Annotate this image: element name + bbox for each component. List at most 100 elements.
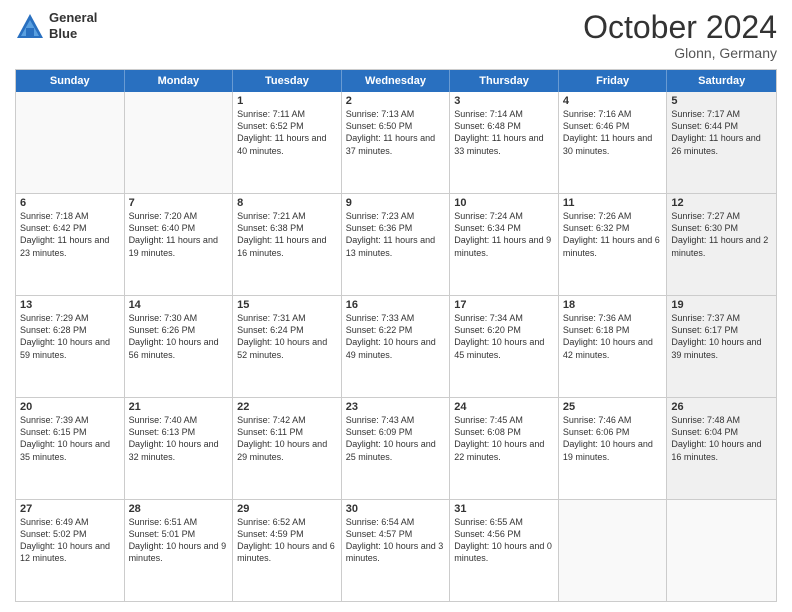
cell-info: Sunrise: 7:31 AM Sunset: 6:24 PM Dayligh…	[237, 312, 337, 361]
day-number: 29	[237, 503, 337, 515]
calendar-cell	[559, 500, 668, 601]
cell-info: Sunrise: 7:14 AM Sunset: 6:48 PM Dayligh…	[454, 108, 554, 157]
day-number: 14	[129, 299, 229, 311]
calendar-row-3: 13Sunrise: 7:29 AM Sunset: 6:28 PM Dayli…	[16, 295, 776, 397]
calendar-cell: 26Sunrise: 7:48 AM Sunset: 6:04 PM Dayli…	[667, 398, 776, 499]
day-number: 10	[454, 197, 554, 209]
cell-info: Sunrise: 7:13 AM Sunset: 6:50 PM Dayligh…	[346, 108, 446, 157]
calendar: SundayMondayTuesdayWednesdayThursdayFrid…	[15, 69, 777, 602]
cell-info: Sunrise: 7:34 AM Sunset: 6:20 PM Dayligh…	[454, 312, 554, 361]
calendar-cell: 18Sunrise: 7:36 AM Sunset: 6:18 PM Dayli…	[559, 296, 668, 397]
day-number: 24	[454, 401, 554, 413]
calendar-cell: 22Sunrise: 7:42 AM Sunset: 6:11 PM Dayli…	[233, 398, 342, 499]
weekday-header-tuesday: Tuesday	[233, 70, 342, 92]
cell-info: Sunrise: 7:21 AM Sunset: 6:38 PM Dayligh…	[237, 210, 337, 259]
day-number: 13	[20, 299, 120, 311]
header: General Blue October 2024 Glonn, Germany	[15, 10, 777, 61]
day-number: 23	[346, 401, 446, 413]
day-number: 9	[346, 197, 446, 209]
calendar-cell: 19Sunrise: 7:37 AM Sunset: 6:17 PM Dayli…	[667, 296, 776, 397]
calendar-cell	[16, 92, 125, 193]
calendar-cell: 2Sunrise: 7:13 AM Sunset: 6:50 PM Daylig…	[342, 92, 451, 193]
cell-info: Sunrise: 7:18 AM Sunset: 6:42 PM Dayligh…	[20, 210, 120, 259]
cell-info: Sunrise: 7:36 AM Sunset: 6:18 PM Dayligh…	[563, 312, 663, 361]
calendar-cell: 1Sunrise: 7:11 AM Sunset: 6:52 PM Daylig…	[233, 92, 342, 193]
calendar-cell	[667, 500, 776, 601]
calendar-cell: 5Sunrise: 7:17 AM Sunset: 6:44 PM Daylig…	[667, 92, 776, 193]
calendar-cell: 11Sunrise: 7:26 AM Sunset: 6:32 PM Dayli…	[559, 194, 668, 295]
day-number: 7	[129, 197, 229, 209]
page: General Blue October 2024 Glonn, Germany…	[0, 0, 792, 612]
day-number: 6	[20, 197, 120, 209]
calendar-cell: 7Sunrise: 7:20 AM Sunset: 6:40 PM Daylig…	[125, 194, 234, 295]
calendar-cell: 31Sunrise: 6:55 AM Sunset: 4:56 PM Dayli…	[450, 500, 559, 601]
day-number: 18	[563, 299, 663, 311]
logo: General Blue	[15, 10, 97, 41]
day-number: 22	[237, 401, 337, 413]
calendar-cell: 29Sunrise: 6:52 AM Sunset: 4:59 PM Dayli…	[233, 500, 342, 601]
day-number: 30	[346, 503, 446, 515]
calendar-cell: 23Sunrise: 7:43 AM Sunset: 6:09 PM Dayli…	[342, 398, 451, 499]
calendar-cell: 28Sunrise: 6:51 AM Sunset: 5:01 PM Dayli…	[125, 500, 234, 601]
calendar-row-2: 6Sunrise: 7:18 AM Sunset: 6:42 PM Daylig…	[16, 193, 776, 295]
calendar-cell: 15Sunrise: 7:31 AM Sunset: 6:24 PM Dayli…	[233, 296, 342, 397]
cell-info: Sunrise: 7:16 AM Sunset: 6:46 PM Dayligh…	[563, 108, 663, 157]
location: Glonn, Germany	[583, 45, 777, 61]
day-number: 4	[563, 95, 663, 107]
day-number: 16	[346, 299, 446, 311]
calendar-cell: 9Sunrise: 7:23 AM Sunset: 6:36 PM Daylig…	[342, 194, 451, 295]
calendar-cell: 16Sunrise: 7:33 AM Sunset: 6:22 PM Dayli…	[342, 296, 451, 397]
day-number: 28	[129, 503, 229, 515]
day-number: 19	[671, 299, 772, 311]
calendar-cell: 24Sunrise: 7:45 AM Sunset: 6:08 PM Dayli…	[450, 398, 559, 499]
cell-info: Sunrise: 7:48 AM Sunset: 6:04 PM Dayligh…	[671, 414, 772, 463]
day-number: 8	[237, 197, 337, 209]
day-number: 17	[454, 299, 554, 311]
calendar-cell: 25Sunrise: 7:46 AM Sunset: 6:06 PM Dayli…	[559, 398, 668, 499]
calendar-cell: 14Sunrise: 7:30 AM Sunset: 6:26 PM Dayli…	[125, 296, 234, 397]
day-number: 11	[563, 197, 663, 209]
title-area: October 2024 Glonn, Germany	[583, 10, 777, 61]
cell-info: Sunrise: 7:26 AM Sunset: 6:32 PM Dayligh…	[563, 210, 663, 259]
cell-info: Sunrise: 7:42 AM Sunset: 6:11 PM Dayligh…	[237, 414, 337, 463]
logo-icon	[15, 12, 45, 40]
calendar-cell: 12Sunrise: 7:27 AM Sunset: 6:30 PM Dayli…	[667, 194, 776, 295]
cell-info: Sunrise: 7:33 AM Sunset: 6:22 PM Dayligh…	[346, 312, 446, 361]
calendar-cell: 13Sunrise: 7:29 AM Sunset: 6:28 PM Dayli…	[16, 296, 125, 397]
cell-info: Sunrise: 7:39 AM Sunset: 6:15 PM Dayligh…	[20, 414, 120, 463]
day-number: 3	[454, 95, 554, 107]
logo-text: General Blue	[49, 10, 97, 41]
calendar-cell: 8Sunrise: 7:21 AM Sunset: 6:38 PM Daylig…	[233, 194, 342, 295]
cell-info: Sunrise: 7:11 AM Sunset: 6:52 PM Dayligh…	[237, 108, 337, 157]
calendar-cell: 4Sunrise: 7:16 AM Sunset: 6:46 PM Daylig…	[559, 92, 668, 193]
day-number: 20	[20, 401, 120, 413]
day-number: 2	[346, 95, 446, 107]
weekday-header-saturday: Saturday	[667, 70, 776, 92]
cell-info: Sunrise: 6:54 AM Sunset: 4:57 PM Dayligh…	[346, 516, 446, 565]
cell-info: Sunrise: 7:27 AM Sunset: 6:30 PM Dayligh…	[671, 210, 772, 259]
cell-info: Sunrise: 7:24 AM Sunset: 6:34 PM Dayligh…	[454, 210, 554, 259]
cell-info: Sunrise: 6:52 AM Sunset: 4:59 PM Dayligh…	[237, 516, 337, 565]
calendar-cell: 27Sunrise: 6:49 AM Sunset: 5:02 PM Dayli…	[16, 500, 125, 601]
calendar-cell: 21Sunrise: 7:40 AM Sunset: 6:13 PM Dayli…	[125, 398, 234, 499]
day-number: 5	[671, 95, 772, 107]
calendar-cell: 10Sunrise: 7:24 AM Sunset: 6:34 PM Dayli…	[450, 194, 559, 295]
calendar-cell: 6Sunrise: 7:18 AM Sunset: 6:42 PM Daylig…	[16, 194, 125, 295]
day-number: 12	[671, 197, 772, 209]
day-number: 26	[671, 401, 772, 413]
calendar-row-4: 20Sunrise: 7:39 AM Sunset: 6:15 PM Dayli…	[16, 397, 776, 499]
cell-info: Sunrise: 7:23 AM Sunset: 6:36 PM Dayligh…	[346, 210, 446, 259]
cell-info: Sunrise: 6:49 AM Sunset: 5:02 PM Dayligh…	[20, 516, 120, 565]
cell-info: Sunrise: 6:51 AM Sunset: 5:01 PM Dayligh…	[129, 516, 229, 565]
cell-info: Sunrise: 6:55 AM Sunset: 4:56 PM Dayligh…	[454, 516, 554, 565]
day-number: 21	[129, 401, 229, 413]
day-number: 31	[454, 503, 554, 515]
month-title: October 2024	[583, 10, 777, 45]
calendar-body: 1Sunrise: 7:11 AM Sunset: 6:52 PM Daylig…	[16, 92, 776, 601]
weekday-header-wednesday: Wednesday	[342, 70, 451, 92]
calendar-row-5: 27Sunrise: 6:49 AM Sunset: 5:02 PM Dayli…	[16, 499, 776, 601]
calendar-cell	[125, 92, 234, 193]
calendar-cell: 3Sunrise: 7:14 AM Sunset: 6:48 PM Daylig…	[450, 92, 559, 193]
day-number: 1	[237, 95, 337, 107]
cell-info: Sunrise: 7:37 AM Sunset: 6:17 PM Dayligh…	[671, 312, 772, 361]
